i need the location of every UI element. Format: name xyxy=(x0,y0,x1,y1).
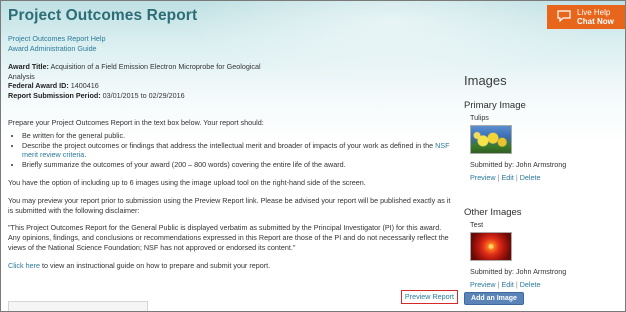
award-id-value: 1400416 xyxy=(70,81,99,91)
primary-submitted-by: Submitted by: John Armstrong xyxy=(470,160,567,169)
submission-period-label: Report Submission Period: xyxy=(8,90,101,100)
live-help-text: Live Help Chat Now xyxy=(577,8,614,26)
preview-note: You may preview your report prior to sub… xyxy=(8,195,451,215)
tulips-thumbnail[interactable] xyxy=(470,125,512,154)
submission-period-row: Report Submission Period: 03/01/2015 to … xyxy=(8,91,268,101)
preview-report-button[interactable]: Preview Report xyxy=(401,290,458,304)
click-here-link[interactable]: Click here xyxy=(8,261,40,270)
other-image-caption: Test xyxy=(470,220,484,229)
images-note: You have the option of including up to 6… xyxy=(8,177,366,187)
live-help-button[interactable]: Live Help Chat Now xyxy=(547,5,625,29)
instruction-text: Describe the project outcomes or finding… xyxy=(22,140,434,150)
chat-bubble-icon xyxy=(557,10,571,22)
award-info: Award Title: Acquisition of a Field Emis… xyxy=(8,62,268,100)
primary-image-section: Primary Image Tulips Submitted by: John … xyxy=(464,100,614,182)
instructions-intro: Prepare your Project Outcomes Report in … xyxy=(8,118,264,127)
primary-edit-link[interactable]: Edit xyxy=(501,173,513,182)
other-image-actions: Preview | Edit | Delete xyxy=(470,280,614,289)
primary-preview-link[interactable]: Preview xyxy=(470,173,496,182)
other-images-heading: Other Images xyxy=(464,207,522,218)
primary-delete-link[interactable]: Delete xyxy=(520,173,541,182)
instruction-item: Describe the project outcomes or finding… xyxy=(22,141,453,161)
page-frame: Project Outcomes Report Live Help Chat N… xyxy=(0,0,626,312)
report-help-link[interactable]: Project Outcomes Report Help xyxy=(8,34,105,43)
award-id-label: Federal Award ID: xyxy=(8,81,69,91)
report-textbox[interactable] xyxy=(8,301,148,311)
disclaimer-text: "This Project Outcomes Report for the Ge… xyxy=(8,223,449,252)
separator: | xyxy=(515,173,518,182)
images-heading: Images xyxy=(464,73,507,88)
separator: | xyxy=(497,173,500,182)
separator: | xyxy=(497,280,500,289)
add-image-button[interactable]: Add an Image xyxy=(464,292,524,305)
live-help-label: Live Help xyxy=(577,8,611,17)
chat-now-label: Chat Now xyxy=(577,17,614,26)
help-links: Project Outcomes Report Help Award Admin… xyxy=(8,34,105,54)
other-delete-link[interactable]: Delete xyxy=(520,280,541,289)
page-title: Project Outcomes Report xyxy=(8,7,198,24)
admin-guide-link[interactable]: Award Administration Guide xyxy=(8,44,97,53)
award-title-row: Award Title: Acquisition of a Field Emis… xyxy=(8,62,268,81)
award-id-row: Federal Award ID: 1400416 xyxy=(8,81,268,91)
award-title-label: Award Title: xyxy=(8,62,49,71)
submission-period-value: 03/01/2015 to 02/29/2016 xyxy=(102,90,185,100)
guide-note-text: to view an instructional guide on how to… xyxy=(39,260,271,270)
instruction-end: . xyxy=(84,150,87,160)
primary-image-heading: Primary Image xyxy=(464,100,526,111)
instructions-list: Be written for the general public. Descr… xyxy=(22,131,453,170)
separator: | xyxy=(515,280,518,289)
instructions: Prepare your Project Outcomes Report in … xyxy=(8,118,453,279)
primary-image-caption: Tulips xyxy=(470,113,489,122)
other-preview-link[interactable]: Preview xyxy=(470,280,496,289)
other-images-section: Other Images Test Submitted by: John Arm… xyxy=(464,207,614,289)
guide-note: Click here to view an instructional guid… xyxy=(8,261,453,271)
other-edit-link[interactable]: Edit xyxy=(501,280,513,289)
instruction-item: Be written for the general public. xyxy=(22,131,453,141)
other-submitted-by: Submitted by: John Armstrong xyxy=(470,267,567,276)
red-flower-thumbnail[interactable] xyxy=(470,232,512,261)
primary-image-actions: Preview | Edit | Delete xyxy=(470,173,614,182)
images-sidebar: Images Primary Image Tulips Submitted by… xyxy=(464,73,614,289)
instruction-item: Briefly summarize the outcomes of your a… xyxy=(22,160,453,170)
